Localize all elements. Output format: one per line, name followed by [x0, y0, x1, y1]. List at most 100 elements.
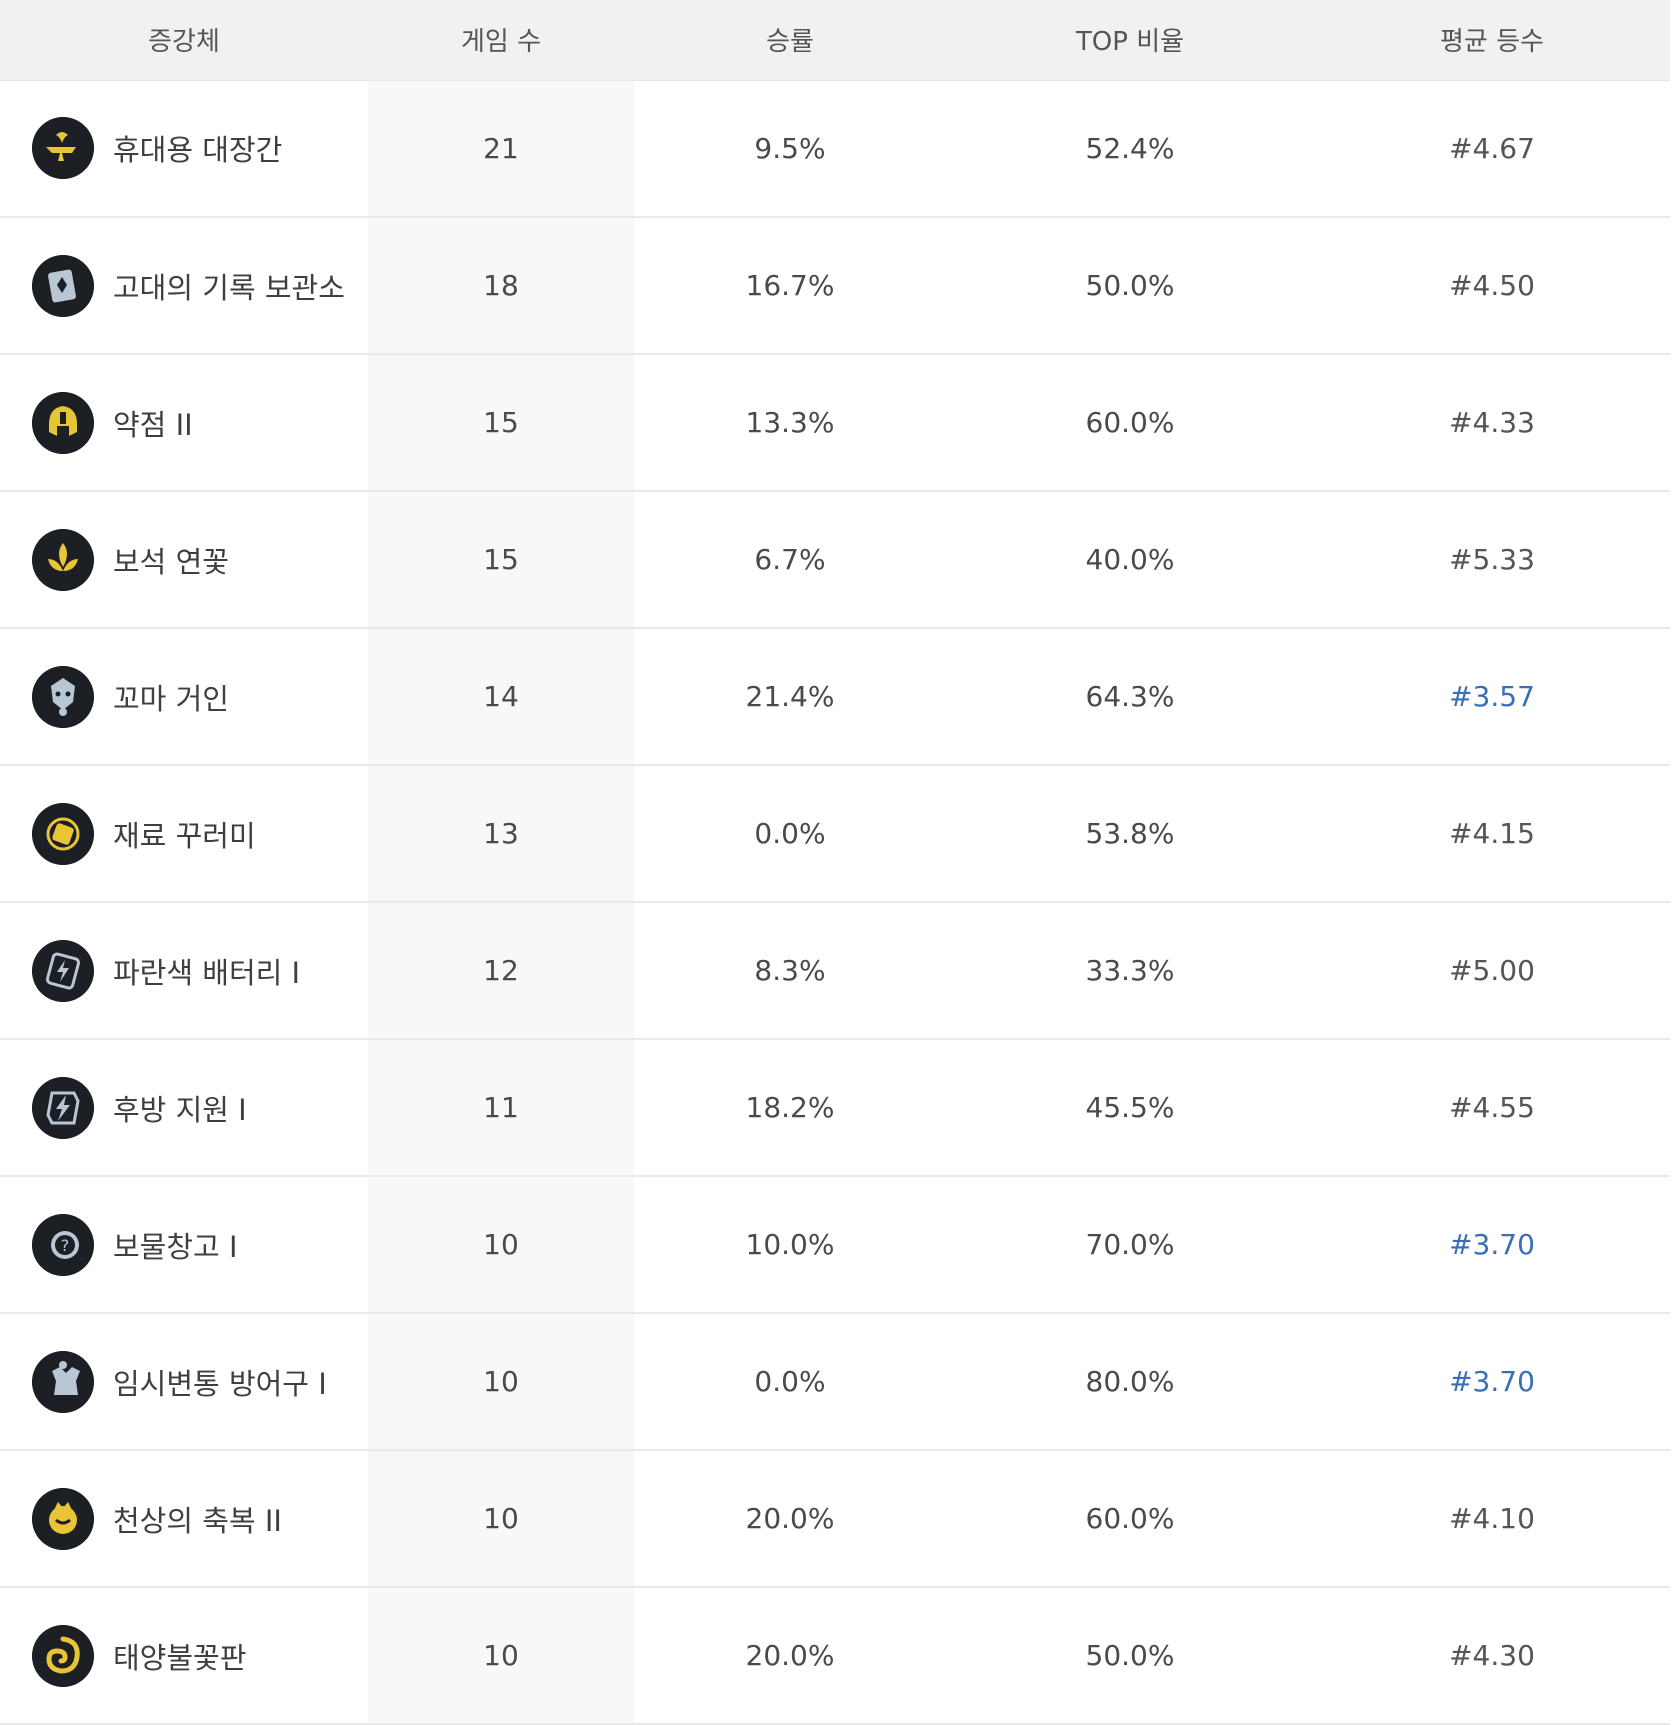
augment-name: 고대의 기록 보관소 [113, 270, 345, 305]
table-row[interactable]: 재료 꾸러미 13 0.0% 53.8% #4.15 [0, 765, 1670, 902]
top-rate: 45.5% [1085, 1091, 1175, 1124]
win-rate: 0.0% [754, 817, 826, 850]
augment-cell[interactable]: 고대의 기록 보관소 [0, 217, 368, 354]
top-rate: 60.0% [1085, 406, 1175, 439]
tome-icon [32, 254, 94, 317]
win-rate: 8.3% [754, 954, 826, 987]
augment-name: 파란색 배터리 I [113, 955, 301, 990]
games-count: 13 [368, 765, 634, 902]
augment-name: 약점 II [113, 407, 193, 442]
augment-cell[interactable]: 약점 II [0, 354, 368, 491]
augment-name: 재료 꾸러미 [113, 818, 256, 853]
win-rate: 0.0% [754, 1365, 826, 1398]
table-row[interactable]: 천상의 축복 II 10 20.0% 60.0% #4.10 [0, 1450, 1670, 1587]
win-rate: 20.0% [745, 1502, 835, 1535]
table-row[interactable]: 꼬마 거인 14 21.4% 64.3% #3.57 [0, 628, 1670, 765]
table-row[interactable]: 후방 지원 I 11 18.2% 45.5% #4.55 [0, 1039, 1670, 1176]
top-rate: 53.8% [1085, 817, 1175, 850]
augment-cell[interactable]: 파란색 배터리 I [0, 902, 368, 1039]
header-top-rate[interactable]: TOP 비율 [946, 0, 1314, 81]
avg-placement: #3.57 [1449, 680, 1535, 713]
augment-name: 휴대용 대장간 [113, 133, 283, 168]
avg-placement: #4.55 [1449, 1091, 1535, 1124]
augment-name: 천상의 축복 II [113, 1503, 282, 1538]
augment-name: 보석 연꽃 [113, 544, 229, 579]
augment-stats-table-container: 증강체 게임 수 승률 TOP 비율 평균 등수 휴대용 대장간 21 9.5%… [0, 0, 1670, 1725]
top-rate: 80.0% [1085, 1365, 1175, 1398]
avg-placement: #5.33 [1449, 543, 1535, 576]
games-count: 18 [368, 217, 634, 354]
header-avg-placement[interactable]: 평균 등수 [1314, 0, 1670, 81]
table-row[interactable]: ? 보물창고 I 10 10.0% 70.0% #3.70 [0, 1176, 1670, 1313]
armor-icon [32, 1350, 94, 1413]
header-row: 증강체 게임 수 승률 TOP 비율 평균 등수 [0, 0, 1670, 81]
header-win-rate[interactable]: 승률 [634, 0, 946, 81]
augment-cell-inner: 후방 지원 I [0, 1076, 368, 1139]
helmet-icon [32, 391, 94, 454]
avg-placement: #4.30 [1449, 1639, 1535, 1672]
header-games[interactable]: 게임 수 [368, 0, 634, 81]
table-row[interactable]: 휴대용 대장간 21 9.5% 52.4% #4.67 [0, 80, 1670, 217]
augment-stats-table: 증강체 게임 수 승률 TOP 비율 평균 등수 휴대용 대장간 21 9.5%… [0, 0, 1670, 1725]
augment-cell-inner: 태양불꽃판 [0, 1624, 368, 1687]
games-count: 15 [368, 354, 634, 491]
augment-name: 후방 지원 I [113, 1092, 247, 1127]
games-count: 14 [368, 628, 634, 765]
avg-placement: #3.70 [1449, 1365, 1535, 1398]
augment-cell-inner: 고대의 기록 보관소 [0, 254, 368, 317]
augment-cell[interactable]: ? 보물창고 I [0, 1176, 368, 1313]
win-rate: 10.0% [745, 1228, 835, 1261]
avg-placement: #4.50 [1449, 269, 1535, 302]
augment-cell-inner: 재료 꾸러미 [0, 802, 368, 865]
table-row[interactable]: 임시변통 방어구 I 10 0.0% 80.0% #3.70 [0, 1313, 1670, 1450]
svg-text:?: ? [61, 1236, 70, 1255]
augment-cell[interactable]: 임시변통 방어구 I [0, 1313, 368, 1450]
table-row[interactable]: 보석 연꽃 15 6.7% 40.0% #5.33 [0, 491, 1670, 628]
header-augment[interactable]: 증강체 [0, 0, 368, 81]
win-rate: 16.7% [745, 269, 835, 302]
augment-cell[interactable]: 꼬마 거인 [0, 628, 368, 765]
augment-cell[interactable]: 천상의 축복 II [0, 1450, 368, 1587]
games-count: 11 [368, 1039, 634, 1176]
augment-cell[interactable]: 태양불꽃판 [0, 1587, 368, 1724]
augment-name: 보물창고 I [113, 1229, 238, 1264]
games-count: 10 [368, 1176, 634, 1313]
avg-placement: #4.10 [1449, 1502, 1535, 1535]
augment-cell[interactable]: 보석 연꽃 [0, 491, 368, 628]
table-header: 증강체 게임 수 승률 TOP 비율 평균 등수 [0, 0, 1670, 81]
avg-placement: #4.67 [1449, 131, 1535, 165]
win-rate: 13.3% [745, 406, 835, 439]
avg-placement: #3.70 [1449, 1228, 1535, 1261]
top-rate: 60.0% [1085, 1502, 1175, 1535]
augment-cell-inner: 천상의 축복 II [0, 1487, 368, 1550]
table-row[interactable]: 고대의 기록 보관소 18 16.7% 50.0% #4.50 [0, 217, 1670, 354]
games-count: 21 [368, 80, 634, 217]
augment-cell-inner: 보석 연꽃 [0, 528, 368, 591]
games-count: 10 [368, 1450, 634, 1587]
anvil-icon [32, 117, 94, 180]
win-rate: 21.4% [745, 680, 835, 713]
augment-cell[interactable]: 휴대용 대장간 [0, 80, 368, 217]
games-count: 15 [368, 491, 634, 628]
avg-placement: #4.15 [1449, 817, 1535, 850]
table-row[interactable]: 약점 II 15 13.3% 60.0% #4.33 [0, 354, 1670, 491]
giant-icon [32, 665, 94, 728]
augment-cell-inner: 임시변통 방어구 I [0, 1350, 368, 1413]
augment-name: 꼬마 거인 [113, 681, 229, 716]
augment-cell[interactable]: 재료 꾸러미 [0, 765, 368, 902]
top-rate: 50.0% [1085, 1639, 1175, 1672]
augment-name: 태양불꽃판 [113, 1640, 247, 1675]
games-count: 12 [368, 902, 634, 1039]
augment-cell[interactable]: 후방 지원 I [0, 1039, 368, 1176]
table-row[interactable]: 파란색 배터리 I 12 8.3% 33.3% #5.00 [0, 902, 1670, 1039]
lightning-icon [32, 1076, 94, 1139]
table-row[interactable]: 태양불꽃판 10 20.0% 50.0% #4.30 [0, 1587, 1670, 1724]
table-body: 휴대용 대장간 21 9.5% 52.4% #4.67 고대의 기록 보관소 1… [0, 80, 1670, 1724]
top-rate: 70.0% [1085, 1228, 1175, 1261]
games-count: 10 [368, 1313, 634, 1450]
avg-placement: #4.33 [1449, 406, 1535, 439]
games-count: 10 [368, 1587, 634, 1724]
sunfire-icon [32, 1624, 94, 1687]
win-rate: 18.2% [745, 1091, 835, 1124]
win-rate: 9.5% [754, 131, 826, 165]
